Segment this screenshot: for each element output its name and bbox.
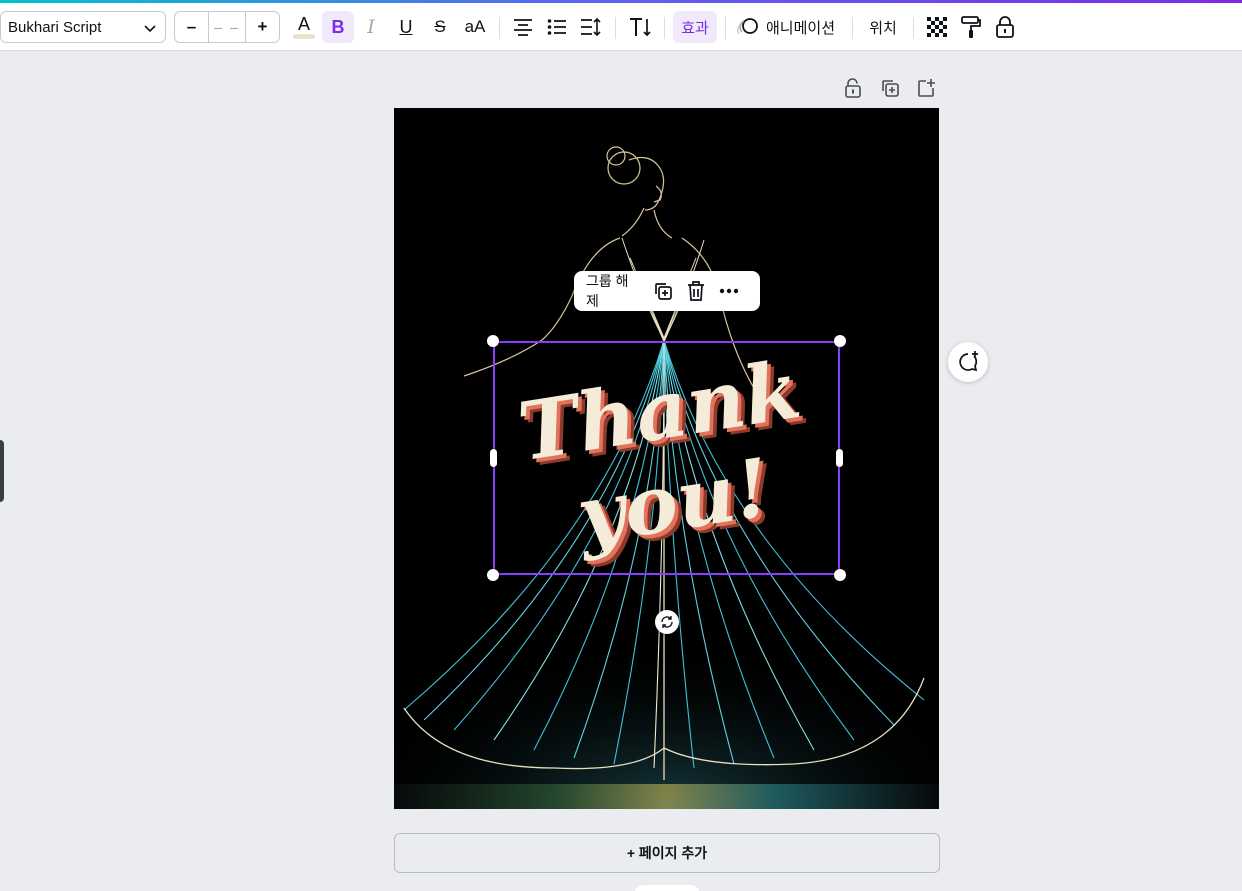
effects-label: 효과 xyxy=(681,19,709,37)
lock-icon xyxy=(996,16,1014,38)
page-lock-button[interactable] xyxy=(844,78,864,100)
unlock-icon xyxy=(845,78,861,98)
font-size-stepper: – – – + xyxy=(174,11,280,43)
resize-handle-top-left[interactable] xyxy=(487,335,499,347)
list-button[interactable] xyxy=(542,11,572,43)
duplicate-icon xyxy=(882,80,899,97)
svg-text:A: A xyxy=(298,14,310,34)
letter-case-button[interactable]: aA xyxy=(459,11,491,43)
toolbar-divider xyxy=(664,17,665,39)
toolbar-divider xyxy=(615,17,616,39)
animation-icon xyxy=(737,18,758,35)
toolbar-divider xyxy=(725,17,726,39)
text-color-icon: A xyxy=(293,14,315,39)
lock-button[interactable] xyxy=(990,11,1020,43)
rotate-button[interactable] xyxy=(655,610,679,634)
paint-roller-icon xyxy=(961,16,981,38)
text-color-button[interactable]: A xyxy=(290,11,318,43)
italic-icon: I xyxy=(367,16,375,38)
transparency-icon xyxy=(927,17,947,37)
duplicate-page-button[interactable] xyxy=(880,78,900,100)
resize-handle-bottom-left[interactable] xyxy=(487,569,499,581)
more-options-button[interactable] xyxy=(717,279,740,303)
chevron-down-icon xyxy=(144,25,156,33)
underline-button[interactable]: U xyxy=(391,11,421,43)
ungroup-button[interactable]: 그룹 해제 xyxy=(586,271,638,311)
bold-button[interactable]: B xyxy=(322,11,354,43)
spacing-button[interactable] xyxy=(576,11,606,43)
transparency-button[interactable] xyxy=(922,11,952,43)
toolbar-divider xyxy=(852,17,853,39)
toolbar-divider xyxy=(499,17,500,39)
duplicate-element-button[interactable] xyxy=(652,279,675,303)
duplicate-icon xyxy=(655,283,673,300)
resize-handle-bottom-right[interactable] xyxy=(834,569,846,581)
strikethrough-button[interactable]: S xyxy=(425,11,455,43)
add-page-icon xyxy=(918,79,935,97)
animation-label: 애니메이션 xyxy=(766,19,836,37)
font-size-increase-button[interactable]: + xyxy=(246,12,279,42)
italic-button[interactable]: I xyxy=(356,11,386,43)
resize-handle-top-right[interactable] xyxy=(834,335,846,347)
add-page-button[interactable]: + 페이지 추가 xyxy=(394,833,940,873)
align-center-icon xyxy=(514,19,532,36)
text-toolbar: Bukhari Script – – – + A B I U S aA 효과 애… xyxy=(0,3,1242,51)
font-family-select[interactable]: Bukhari Script xyxy=(0,11,166,43)
letter-case-icon: aA xyxy=(464,17,486,36)
toolbar-divider xyxy=(913,17,914,39)
vertical-text-icon xyxy=(630,18,651,37)
comment-add-icon xyxy=(959,351,978,372)
add-comment-button[interactable] xyxy=(948,342,988,382)
strikethrough-icon: S xyxy=(434,17,446,36)
element-context-menu: 그룹 해제 xyxy=(574,271,760,311)
font-family-value: Bukhari Script xyxy=(8,18,102,36)
font-size-input[interactable]: – – xyxy=(208,12,246,42)
animation-button[interactable]: 애니메이션 xyxy=(736,11,842,43)
add-page-top-button[interactable] xyxy=(916,78,936,100)
position-button[interactable]: 위치 xyxy=(861,11,905,43)
more-dots-icon xyxy=(719,288,738,294)
bold-icon: B xyxy=(331,16,345,37)
vertical-text-button[interactable] xyxy=(624,11,656,43)
line-spacing-icon xyxy=(581,17,601,37)
trash-icon xyxy=(688,281,705,301)
font-size-decrease-button[interactable]: – xyxy=(175,12,208,42)
align-button[interactable] xyxy=(508,11,538,43)
underline-icon: U xyxy=(399,16,413,37)
rotate-icon xyxy=(661,616,673,628)
side-panel-toggle[interactable] xyxy=(0,440,4,502)
effects-button[interactable]: 효과 xyxy=(673,11,717,43)
bottom-control[interactable] xyxy=(634,885,700,891)
copy-style-button[interactable] xyxy=(956,11,986,43)
delete-element-button[interactable] xyxy=(685,279,708,303)
position-label: 위치 xyxy=(869,19,897,37)
bullet-list-icon xyxy=(547,19,566,35)
